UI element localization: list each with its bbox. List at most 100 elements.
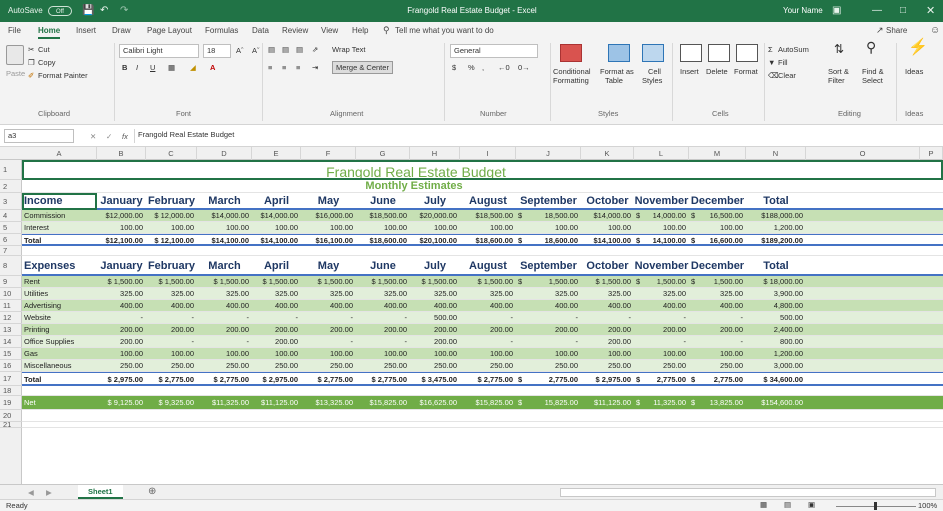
expense-row-value[interactable]: 250.00 xyxy=(356,360,410,371)
align-left-icon[interactable]: ≡ xyxy=(268,63,272,72)
expense-row-value[interactable]: 100.00 xyxy=(689,348,746,359)
row-header[interactable]: 19 xyxy=(0,396,22,410)
row-header[interactable]: 18 xyxy=(0,386,22,396)
expense-row-value[interactable]: 1,500.00 xyxy=(634,276,689,287)
expenses-total-row-label[interactable]: Total xyxy=(22,373,97,384)
income-row-value[interactable]: 100.00 xyxy=(410,222,460,233)
column-header[interactable]: A xyxy=(22,147,97,160)
expense-row-value[interactable]: 250.00 xyxy=(301,360,356,371)
cancel-icon[interactable]: ✕ xyxy=(90,132,96,141)
net-row-value[interactable]: 11,325.00 xyxy=(634,396,689,409)
tab-page-layout[interactable]: Page Layout xyxy=(147,22,192,39)
expense-row-total[interactable]: 4,800.00 xyxy=(746,300,806,311)
row-header[interactable]: 15 xyxy=(0,348,22,360)
column-header[interactable]: O xyxy=(806,147,920,160)
column-header[interactable]: H xyxy=(410,147,460,160)
normal-view-icon[interactable]: ▦ xyxy=(760,500,767,509)
tab-draw[interactable]: Draw xyxy=(112,22,131,39)
bold-icon[interactable]: B xyxy=(122,63,127,72)
income-row-total[interactable]: $188,000.00 xyxy=(746,210,806,221)
income-row-value[interactable]: 18,500.00 xyxy=(516,210,581,221)
expense-row-label[interactable]: Website xyxy=(22,312,97,323)
autosum-icon[interactable]: Σ xyxy=(768,45,773,54)
expense-row-value[interactable]: 200.00 xyxy=(689,324,746,335)
expense-row-total[interactable]: 500.00 xyxy=(746,312,806,323)
enter-icon[interactable]: ✓ xyxy=(106,132,112,141)
expenses-total-row-value[interactable]: $ 2,775.00 xyxy=(301,373,356,384)
expense-row-value[interactable]: 100.00 xyxy=(97,348,146,359)
expense-row-value[interactable]: 325.00 xyxy=(410,288,460,299)
borders-icon[interactable]: ▦ xyxy=(168,63,175,72)
name-box[interactable]: a3 xyxy=(4,129,74,143)
close-icon[interactable]: ✕ xyxy=(926,0,935,22)
increase-decimal-icon[interactable]: ←0 xyxy=(498,63,510,72)
expense-row-value[interactable]: - xyxy=(197,336,252,347)
sort-filter-button[interactable]: Sort & xyxy=(828,67,849,76)
expense-row-value[interactable]: 200.00 xyxy=(581,336,634,347)
income-row-value[interactable]: 100.00 xyxy=(460,222,516,233)
row-header[interactable]: 10 xyxy=(0,288,22,300)
income-total-row-label[interactable]: Total xyxy=(22,235,97,244)
cut-icon[interactable]: ✂ xyxy=(28,45,34,54)
fill-button[interactable]: Fill xyxy=(778,58,788,67)
expense-row-value[interactable]: - xyxy=(460,336,516,347)
income-header[interactable]: June xyxy=(356,193,410,208)
format-cells-icon[interactable] xyxy=(736,44,758,62)
undo-icon[interactable]: ↶ xyxy=(100,0,108,22)
expenses-total-row-value[interactable]: $ 3,475.00 xyxy=(410,373,460,384)
income-header[interactable]: Income xyxy=(22,193,97,208)
column-header[interactable]: C xyxy=(146,147,197,160)
income-header[interactable]: February xyxy=(146,193,197,208)
expense-row-value[interactable]: 250.00 xyxy=(146,360,197,371)
column-header[interactable]: L xyxy=(634,147,689,160)
income-total-row-value[interactable]: $16,100.00 xyxy=(301,235,356,244)
ribbon-display-icon[interactable]: ▣ xyxy=(832,0,841,22)
expense-row-value[interactable]: 325.00 xyxy=(634,288,689,299)
expense-row-value[interactable]: 100.00 xyxy=(146,348,197,359)
delete-cells-button[interactable]: Delete xyxy=(706,67,728,76)
net-row-label[interactable]: Net xyxy=(22,396,97,409)
expense-row-value[interactable]: 325.00 xyxy=(97,288,146,299)
align-top-icon[interactable]: ▤ xyxy=(268,45,275,54)
expense-row-value[interactable]: - xyxy=(197,312,252,323)
row-header[interactable]: 4 xyxy=(0,210,22,222)
expense-row-value[interactable]: 325.00 xyxy=(252,288,301,299)
prev-sheet-icon[interactable]: ◀ xyxy=(28,488,34,497)
income-row-value[interactable]: 100.00 xyxy=(581,222,634,233)
sheet-tab-sheet1[interactable]: Sheet1 xyxy=(78,485,123,499)
save-icon[interactable]: 💾 xyxy=(82,0,94,22)
expense-row-value[interactable]: $ 1,500.00 xyxy=(197,276,252,287)
expense-row-total[interactable]: 1,200.00 xyxy=(746,348,806,359)
row-header[interactable]: 5 xyxy=(0,222,22,234)
row-header[interactable]: 1 xyxy=(0,160,22,180)
expense-row-value[interactable]: - xyxy=(146,336,197,347)
currency-icon[interactable]: $ xyxy=(452,63,456,72)
expense-row-value[interactable]: 325.00 xyxy=(516,288,581,299)
row-header[interactable]: 13 xyxy=(0,324,22,336)
income-total-row-value[interactable]: $18,600.00 xyxy=(460,235,516,244)
add-sheet-icon[interactable]: ⊕ xyxy=(148,487,156,497)
ideas-icon[interactable]: ⚡ xyxy=(908,40,928,56)
sort-filter-button-2[interactable]: Filter xyxy=(828,76,845,85)
expense-row-value[interactable]: 250.00 xyxy=(634,360,689,371)
expense-row-value[interactable]: - xyxy=(516,312,581,323)
income-row-value[interactable]: 100.00 xyxy=(97,222,146,233)
autosave-toggle[interactable]: Off xyxy=(48,6,72,16)
expense-row-value[interactable]: 100.00 xyxy=(252,348,301,359)
expenses-header[interactable]: Total xyxy=(746,256,806,274)
net-row-value[interactable]: $ 9,325.00 xyxy=(146,396,197,409)
expense-row-value[interactable]: 200.00 xyxy=(410,336,460,347)
cell-styles-icon[interactable] xyxy=(642,44,664,62)
paste-button[interactable]: Paste xyxy=(6,69,25,78)
income-row-value[interactable]: $20,000.00 xyxy=(410,210,460,221)
wrap-text-button[interactable]: Wrap Text xyxy=(332,45,366,54)
expense-row-value[interactable]: 400.00 xyxy=(97,300,146,311)
find-select-button[interactable]: Find & xyxy=(862,67,884,76)
format-as-table-button[interactable]: Format as xyxy=(600,67,634,76)
expense-row-value[interactable]: $ 1,500.00 xyxy=(356,276,410,287)
expense-row-value[interactable]: - xyxy=(689,312,746,323)
expense-row-value[interactable]: 400.00 xyxy=(146,300,197,311)
restore-icon[interactable]: □ xyxy=(900,0,906,22)
income-total-row-total[interactable]: $189,200.00 xyxy=(746,235,806,244)
expenses-header[interactable]: January xyxy=(97,256,146,274)
